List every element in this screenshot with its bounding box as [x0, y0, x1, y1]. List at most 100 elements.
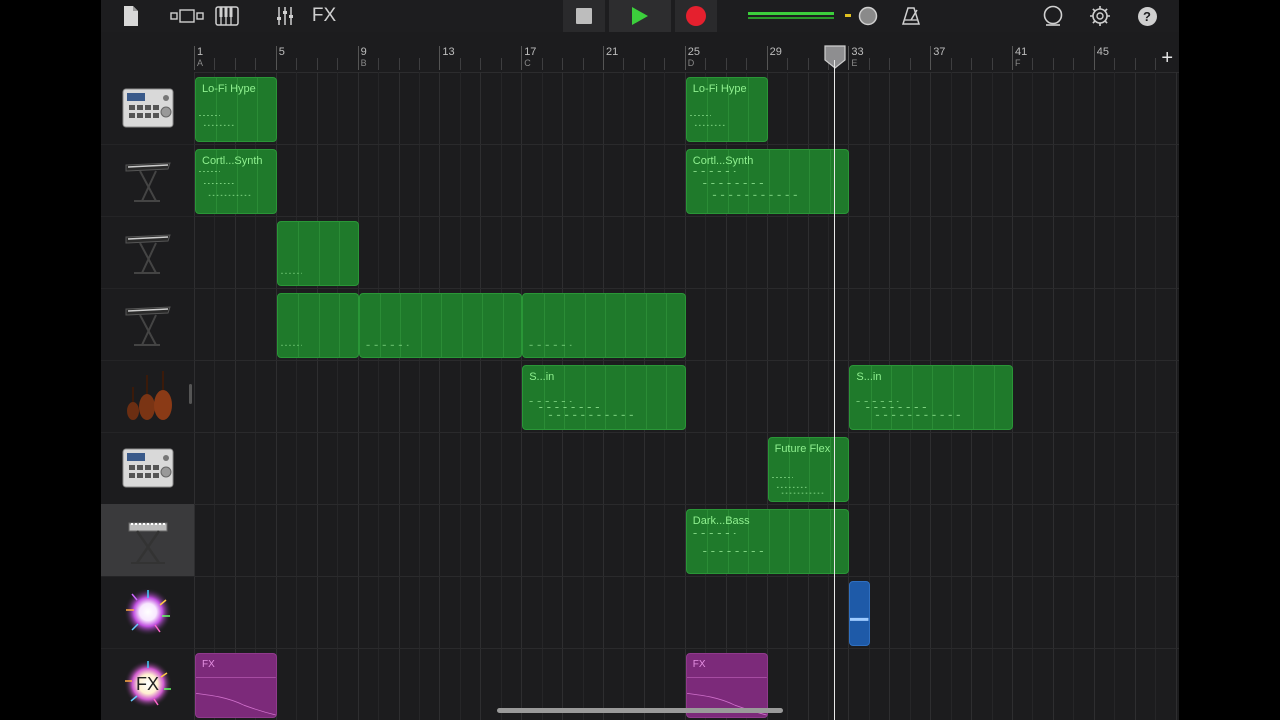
- fx-button[interactable]: FX: [309, 2, 339, 30]
- ruler-beat-tick: [950, 58, 952, 70]
- ruler-bar-tick: [930, 46, 932, 70]
- home-indicator: [497, 708, 783, 713]
- master-volume-slider[interactable]: [747, 2, 887, 30]
- loop-browser-icon[interactable]: [1041, 2, 1065, 30]
- stop-icon: [576, 8, 592, 24]
- track-view-icon[interactable]: [169, 2, 205, 30]
- keyboard-synth-icon: [120, 155, 176, 205]
- drum-machine-icon: [121, 446, 175, 490]
- section-marker[interactable]: F: [1015, 58, 1021, 68]
- region[interactable]: Cortl...Synth: [685, 149, 850, 214]
- help-icon: ?: [1137, 6, 1157, 26]
- ruler-beat-tick: [868, 58, 870, 70]
- track-header[interactable]: [101, 432, 194, 505]
- track-header[interactable]: [101, 288, 194, 361]
- ruler-bar-number: 5: [278, 46, 285, 58]
- ruler-beat-tick: [746, 58, 748, 70]
- ruler-beat-tick: [1155, 58, 1157, 70]
- region[interactable]: [276, 293, 359, 358]
- region-label: Dark...Bass: [692, 515, 750, 527]
- region[interactable]: [849, 581, 870, 646]
- drum-machine-icon: [121, 86, 175, 130]
- record-button[interactable]: [675, 0, 717, 32]
- record-icon: [686, 6, 706, 26]
- ruler-beat-tick: [807, 58, 809, 70]
- region-label: FX: [202, 659, 215, 670]
- region[interactable]: Dark...Bass: [685, 509, 850, 574]
- ruler-beat-tick: [500, 58, 502, 70]
- ruler-bar-number: 41: [1015, 46, 1028, 58]
- track-header[interactable]: [101, 360, 194, 433]
- ruler-beat-tick: [418, 58, 420, 70]
- ruler-beat-tick: [1073, 58, 1075, 70]
- region[interactable]: Lo-Fi Hype: [195, 77, 277, 142]
- region-notes: [529, 344, 572, 346]
- timeline-ruler[interactable]: 1 5 9 13 17 21 25 29 33 37 41 45 A B C D E F: [194, 44, 1179, 73]
- ruler-beat-tick: [623, 58, 625, 70]
- stop-button[interactable]: [563, 0, 605, 32]
- region[interactable]: [522, 293, 686, 358]
- settings-icon[interactable]: [1088, 2, 1112, 30]
- help-button[interactable]: ?: [1137, 2, 1157, 30]
- ruler-bar-tick: [848, 46, 850, 70]
- ruler-beat-tick: [787, 58, 789, 70]
- track-header[interactable]: [101, 576, 194, 649]
- section-marker[interactable]: A: [197, 58, 203, 68]
- ruler-beat-tick: [971, 58, 973, 70]
- metronome-icon[interactable]: [899, 2, 923, 30]
- fx-sparkle-icon: FX: [122, 658, 174, 710]
- sparkle-icon: [122, 586, 174, 638]
- region-notes: [366, 344, 409, 346]
- region-label: Lo-Fi Hype: [692, 83, 747, 95]
- region-notes: [280, 272, 302, 274]
- ruler-beat-tick: [398, 58, 400, 70]
- section-marker[interactable]: B: [361, 58, 367, 68]
- ruler-bar-number: 1: [197, 46, 204, 58]
- track-lane[interactable]: [194, 432, 1179, 505]
- region[interactable]: S...in: [849, 365, 1013, 430]
- track-header[interactable]: [101, 216, 194, 289]
- section-marker[interactable]: C: [524, 58, 531, 68]
- ruler-beat-tick: [1134, 58, 1136, 70]
- strings-icon: [119, 367, 177, 425]
- ruler-bar-number: 17: [524, 46, 537, 58]
- track-lane[interactable]: [194, 576, 1179, 649]
- ruler-bar-tick: [766, 46, 768, 70]
- ruler-beat-tick: [234, 58, 236, 70]
- region[interactable]: FX: [195, 653, 277, 718]
- section-marker[interactable]: D: [688, 58, 695, 68]
- track-header[interactable]: [101, 504, 194, 577]
- track-header[interactable]: [101, 144, 194, 217]
- add-section-button[interactable]: +: [1161, 48, 1173, 68]
- playhead[interactable]: [834, 60, 835, 720]
- ruler-beat-tick: [1032, 58, 1034, 70]
- region[interactable]: Cortl...Synth: [195, 149, 277, 214]
- play-icon: [632, 7, 648, 25]
- playhead-handle[interactable]: [824, 45, 846, 69]
- section-marker[interactable]: E: [851, 58, 857, 68]
- ruler-beat-tick: [582, 58, 584, 70]
- ruler-beat-tick: [664, 58, 666, 70]
- ruler-beat-tick: [480, 58, 482, 70]
- ruler-bar-number: 45: [1096, 46, 1110, 58]
- ruler-bar-number: 13: [442, 46, 455, 58]
- region-label: Lo-Fi Hype: [202, 83, 256, 95]
- region[interactable]: [276, 221, 359, 286]
- track-header[interactable]: [101, 72, 194, 145]
- region[interactable]: S...in: [522, 365, 686, 430]
- region[interactable]: Lo-Fi Hype: [685, 77, 768, 142]
- document-icon[interactable]: [119, 2, 143, 30]
- region[interactable]: [358, 293, 523, 358]
- ruler-beat-tick: [991, 58, 993, 70]
- play-button[interactable]: [609, 0, 671, 32]
- track-header[interactable]: FX: [101, 648, 194, 720]
- mixer-icon[interactable]: [273, 2, 297, 30]
- region[interactable]: Future Flex: [767, 437, 850, 502]
- ruler-beat-tick: [255, 58, 257, 70]
- track-resize-handle[interactable]: [189, 384, 192, 404]
- keyboard-icon[interactable]: [213, 2, 241, 30]
- ruler-bar-number: 33: [851, 46, 864, 58]
- track-lane[interactable]: [194, 360, 1179, 433]
- ruler-beat-tick: [296, 58, 298, 70]
- track-headers: FX: [101, 72, 194, 720]
